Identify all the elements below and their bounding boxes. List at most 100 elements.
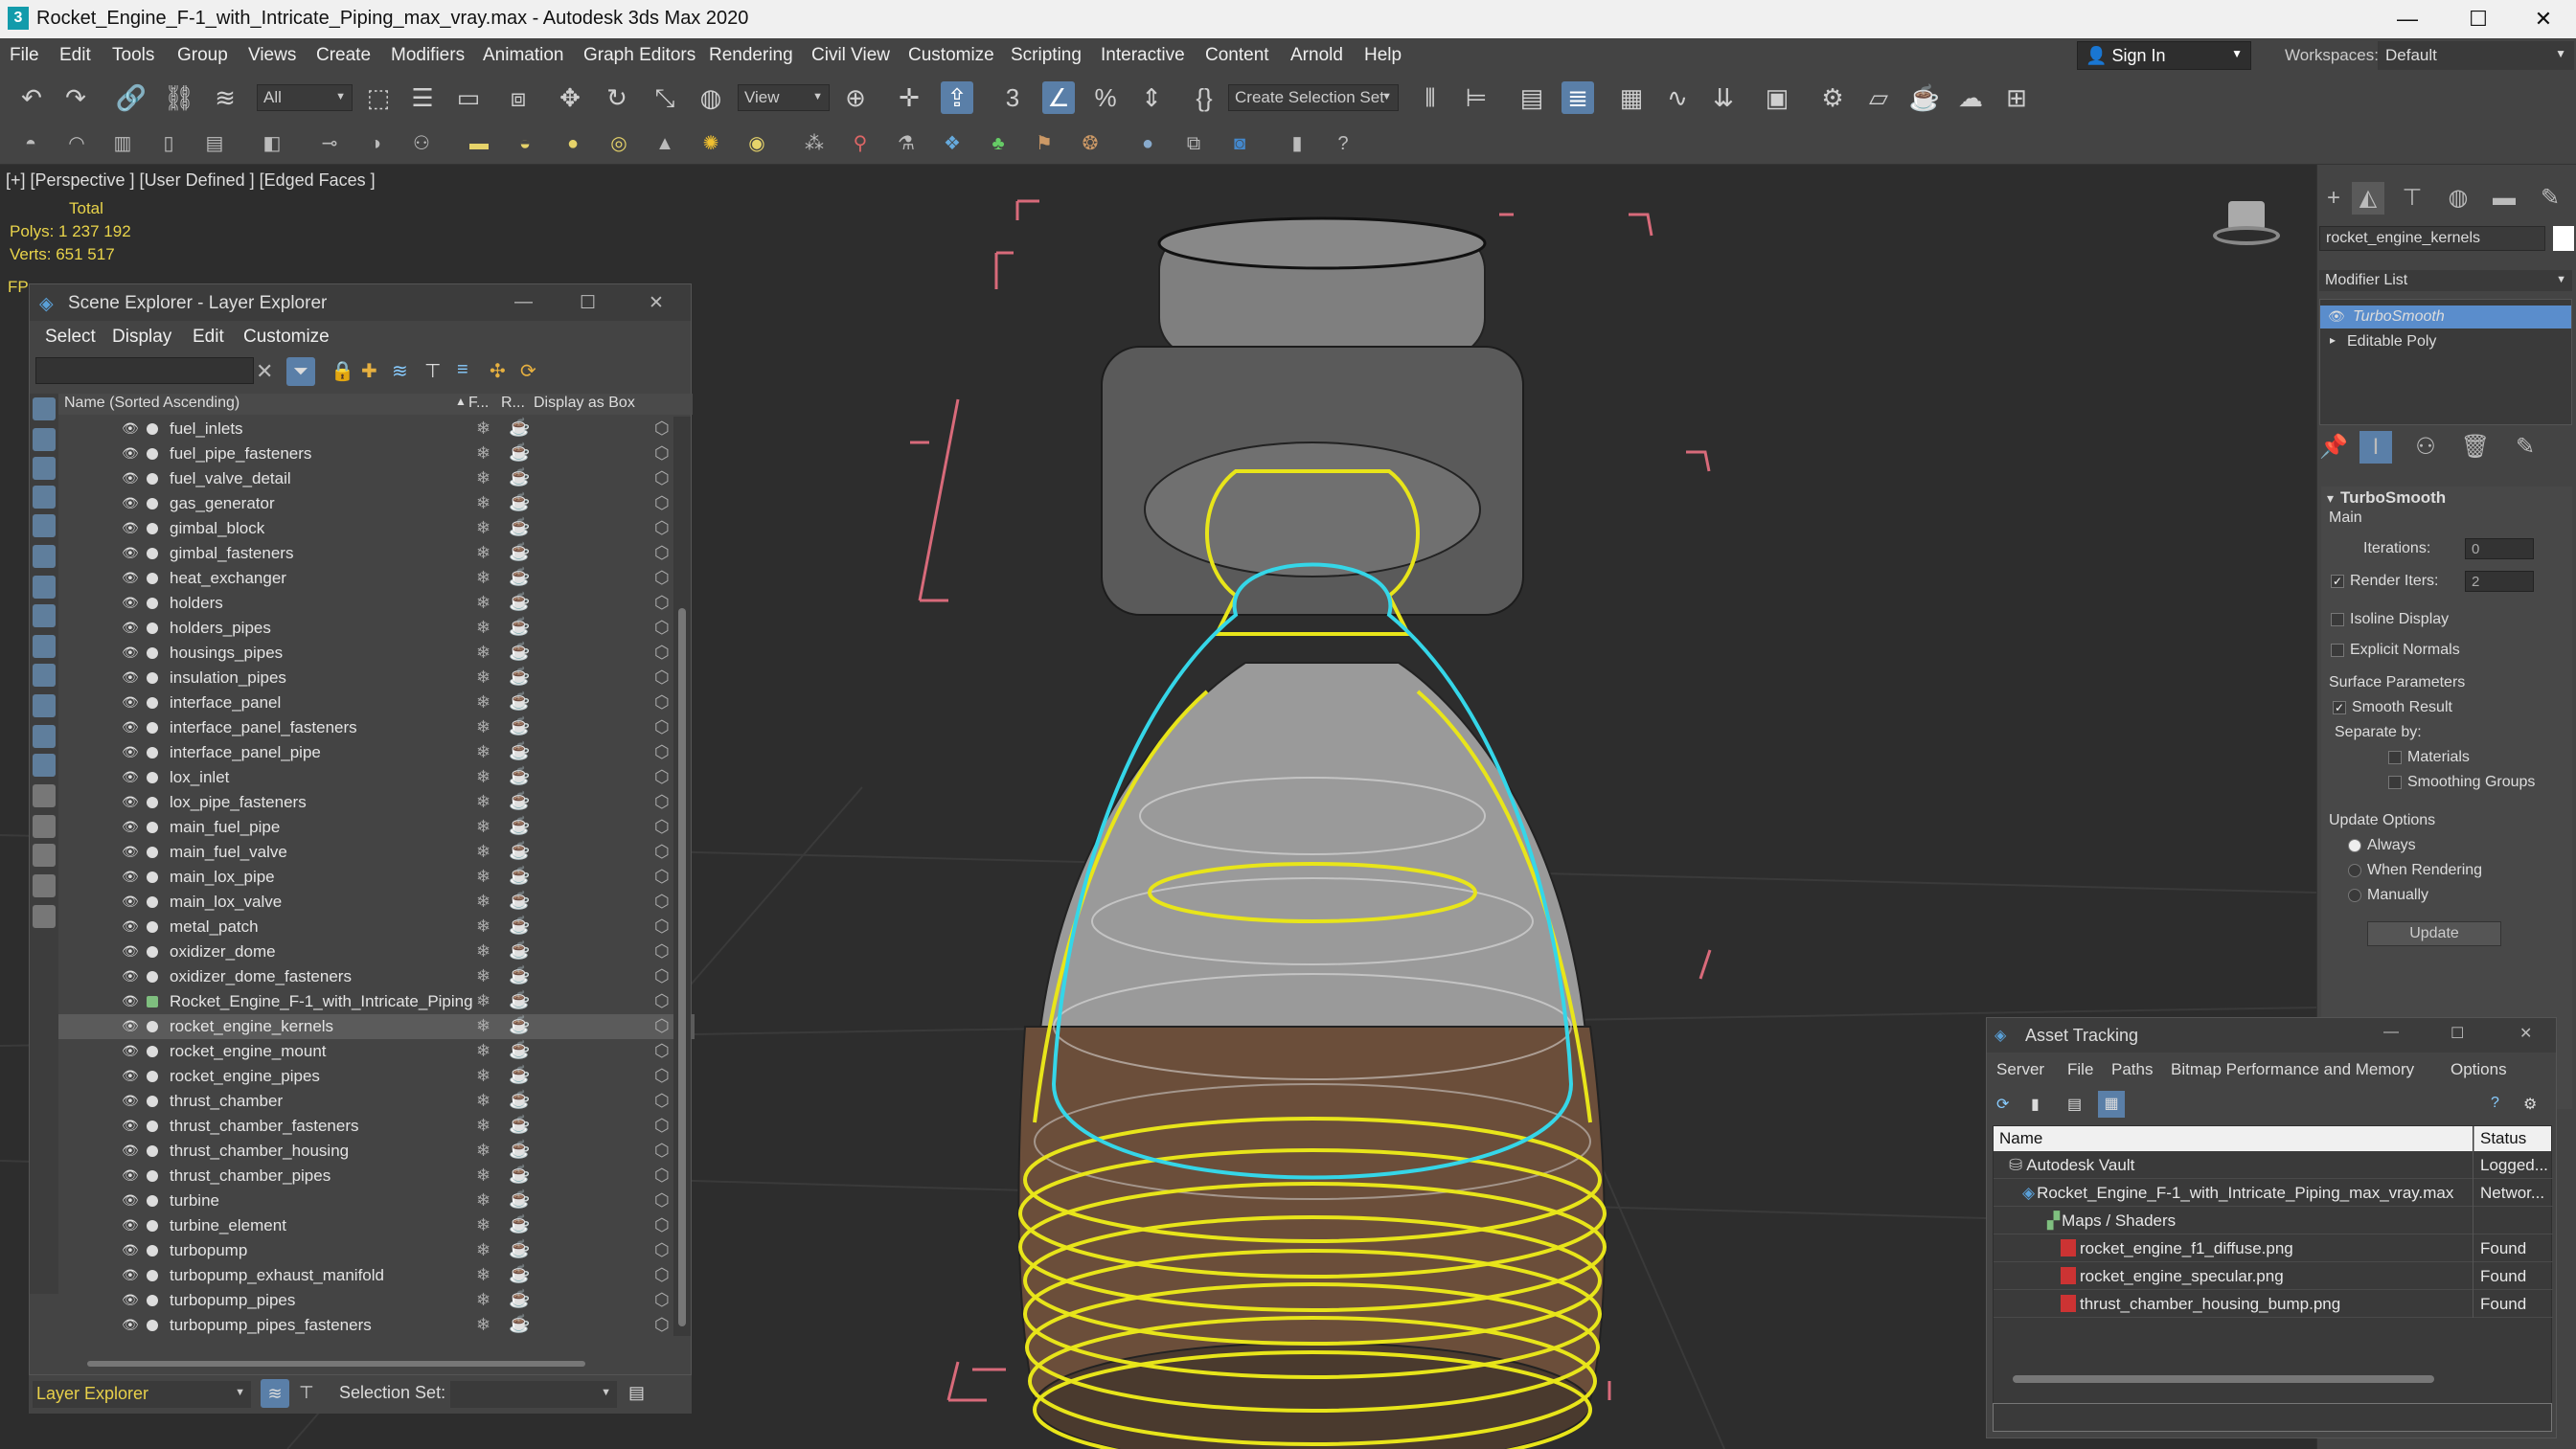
rendered-frame-window-icon[interactable]: ▱ [1862, 81, 1895, 114]
menu-animation[interactable]: Animation [483, 45, 564, 66]
asset-column-name[interactable]: Name [1994, 1126, 2473, 1151]
display-as-box-icon[interactable]: ⬡ [654, 717, 670, 737]
toolbar2-tool-icon-3[interactable]: ▥ [109, 130, 136, 157]
add-layer-icon[interactable]: ✚ [361, 359, 377, 383]
render-setup-icon[interactable]: ⚙ [1816, 81, 1849, 114]
update-manually-radio[interactable] [2348, 889, 2361, 902]
freeze-icon[interactable]: ❄ [476, 742, 490, 762]
keyboard-shortcut-toggle-icon[interactable]: ⇪ [941, 81, 973, 114]
layer-row[interactable]: 👁 main_lox_valve ❄ ☕ ⬡ [58, 890, 695, 915]
freeze-icon[interactable]: ❄ [476, 1066, 490, 1086]
render-teapot-icon[interactable]: ☕ [509, 642, 530, 662]
viewport-label-menu[interactable]: [+] [Perspective ] [User Defined ] [Edge… [6, 170, 376, 191]
visibility-eye-icon[interactable]: 👁 [122, 596, 139, 609]
scene-menu-select[interactable]: Select [45, 327, 96, 348]
visibility-eye-icon[interactable]: 👁 [122, 894, 139, 908]
display-as-box-icon[interactable]: ⬡ [654, 817, 670, 837]
render-teapot-icon[interactable]: ☕ [509, 691, 530, 712]
display-as-box-icon[interactable]: ⬡ [654, 1066, 670, 1086]
display-as-box-icon[interactable]: ⬡ [654, 1166, 670, 1186]
visibility-eye-icon[interactable]: 👁 [122, 795, 139, 808]
layer-row[interactable]: 👁 lox_inlet ❄ ☕ ⬡ [58, 765, 695, 790]
freeze-icon[interactable]: ❄ [476, 892, 490, 912]
spinner-snap-icon[interactable]: ⇕ [1135, 81, 1168, 114]
named-selection-set-select[interactable]: Create Selection Set ▼ [1228, 84, 1399, 111]
layer-row[interactable]: 👁 thrust_chamber_pipes ❄ ☕ ⬡ [58, 1164, 695, 1189]
display-frozen-icon[interactable] [33, 694, 56, 717]
freeze-icon[interactable]: ❄ [476, 543, 490, 563]
object-color-swatch[interactable] [2553, 226, 2574, 251]
render-teapot-icon[interactable]: ☕ [509, 716, 530, 736]
asset-path-field[interactable] [1993, 1403, 2552, 1432]
layer-row[interactable]: 👁 fuel_inlets ❄ ☕ ⬡ [58, 417, 695, 441]
snaps-toggle-icon[interactable]: 3 [996, 81, 1029, 114]
render-teapot-icon[interactable]: ☕ [509, 467, 530, 487]
toolbar2-tool-icon-18[interactable]: ⧉ [1180, 130, 1207, 157]
display-as-box-icon[interactable]: ⬡ [654, 593, 670, 613]
visibility-eye-icon[interactable]: 👁 [122, 1168, 139, 1182]
display-hidden-icon[interactable] [33, 725, 56, 748]
render-teapot-icon[interactable]: ☕ [509, 517, 530, 537]
layer-row[interactable]: 👁 interface_panel_fasteners ❄ ☕ ⬡ [58, 715, 695, 740]
motion-tab-icon[interactable]: ◍ [2442, 182, 2474, 215]
layer-row[interactable]: 👁 interface_panel_pipe ❄ ☕ ⬡ [58, 740, 695, 765]
display-as-box-icon[interactable]: ⬡ [654, 991, 670, 1011]
rectangular-selection-icon[interactable]: ▭ [452, 81, 485, 114]
asset-row[interactable]: thrust_chamber_housing_bump.png Found [1994, 1290, 2553, 1318]
layer-row[interactable]: 👁 gimbal_fasteners ❄ ☕ ⬡ [58, 541, 695, 566]
layer-row[interactable]: 👁 thrust_chamber ❄ ☕ ⬡ [58, 1089, 695, 1114]
close-icon[interactable]: ✕ [2519, 1024, 2532, 1043]
display-as-box-icon[interactable]: ⬡ [654, 892, 670, 912]
toolbar2-tool-icon-6[interactable]: ◧ [259, 130, 285, 157]
display-geometry-icon[interactable] [33, 397, 56, 420]
display-spacewarps-icon[interactable] [33, 545, 56, 568]
utilities-tab-icon[interactable]: ✎ [2534, 182, 2566, 215]
freeze-icon[interactable]: ❄ [476, 1215, 490, 1235]
modifier-stack-item[interactable]: ▸ Editable Poly [2320, 330, 2571, 353]
display-as-box-icon[interactable]: ⬡ [654, 867, 670, 887]
scrollbar-thumb[interactable] [678, 608, 686, 1326]
display-as-box-icon[interactable]: ⬡ [654, 419, 670, 439]
freeze-icon[interactable]: ❄ [476, 867, 490, 887]
show-end-result-icon[interactable]: I [2359, 431, 2392, 464]
cone-primitive-icon[interactable]: ▲ [651, 130, 678, 157]
isoline-display-checkbox[interactable] [2331, 613, 2344, 626]
visibility-eye-icon[interactable]: 👁 [122, 1268, 139, 1281]
display-as-box-icon[interactable]: ⬡ [654, 767, 670, 787]
menu-rendering[interactable]: Rendering [709, 45, 793, 66]
target-icon[interactable]: ◉ [743, 130, 770, 157]
freeze-icon[interactable]: ❄ [476, 1116, 490, 1136]
cylinder-primitive-icon[interactable]: ● [559, 130, 586, 157]
menu-help[interactable]: Help [1364, 45, 1402, 66]
asset-tracking-titlebar[interactable]: ◈ Asset Tracking — ☐ ✕ [1987, 1018, 2556, 1053]
selection-filter-select[interactable]: All ▼ [257, 84, 353, 111]
layer-row[interactable]: 👁 rocket_engine_pipes ❄ ☕ ⬡ [58, 1064, 695, 1089]
asset-row[interactable]: rocket_engine_f1_diffuse.png Found [1994, 1234, 2553, 1262]
display-helpers-icon[interactable] [33, 514, 56, 537]
redo-icon[interactable]: ↷ [59, 81, 92, 114]
expand-arrow-icon[interactable]: ▸ [2330, 333, 2336, 347]
freeze-icon[interactable]: ❄ [476, 1141, 490, 1161]
visibility-eye-icon[interactable]: 👁 [122, 421, 139, 435]
toolbar2-tool-icon-12[interactable]: ⚗ [893, 130, 920, 157]
viewcube-icon[interactable] [2213, 201, 2280, 255]
layer-row[interactable]: 👁 turbopump_exhaust_manifold ❄ ☕ ⬡ [58, 1263, 695, 1288]
render-teapot-icon[interactable]: ☕ [509, 1289, 530, 1309]
stack-icon[interactable]: ≡ [457, 359, 468, 381]
make-unique-icon[interactable]: ⚇ [2409, 431, 2442, 464]
display-lights-icon[interactable] [33, 457, 56, 480]
select-scale-icon[interactable]: ⤡ [649, 81, 681, 114]
display-as-box-icon[interactable]: ⬡ [654, 1141, 670, 1161]
pin-stack-icon[interactable]: 📌 [2317, 431, 2350, 464]
freeze-icon[interactable]: ❄ [476, 518, 490, 538]
menu-views[interactable]: Views [248, 45, 296, 66]
freeze-icon[interactable]: ❄ [476, 991, 490, 1011]
toolbar2-tool-icon-1[interactable]: ◓ [17, 130, 44, 157]
toolbar2-tool-icon-5[interactable]: ▤ [201, 130, 228, 157]
render-teapot-icon[interactable]: ☕ [509, 1239, 530, 1259]
render-teapot-icon[interactable]: ☕ [509, 418, 530, 438]
render-teapot-icon[interactable]: ☕ [509, 1264, 530, 1284]
display-dependents-icon[interactable] [33, 905, 56, 928]
visibility-eye-icon[interactable]: 👁 [122, 994, 139, 1008]
freeze-icon[interactable]: ❄ [476, 668, 490, 688]
